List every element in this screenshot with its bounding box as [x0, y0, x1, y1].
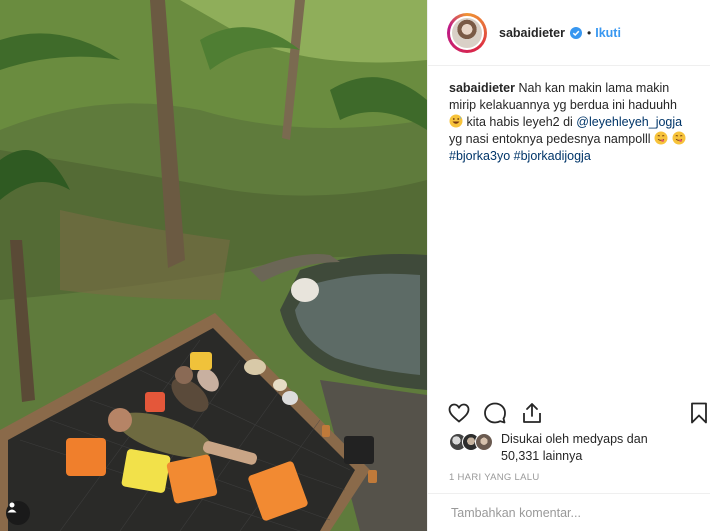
profile-avatar[interactable] — [447, 12, 487, 53]
separator-dot: • — [587, 25, 592, 40]
post-caption: sabaidieter Nah kan makin lama makin mir… — [428, 66, 710, 165]
likes-summary: Disukai oleh medyaps dan 50,331 lainnya — [449, 431, 699, 465]
liker-avatar — [475, 433, 493, 451]
post-timestamp[interactable]: 1 HARI YANG LALU — [449, 472, 540, 483]
yummy-face-emoji-icon — [672, 131, 685, 145]
likes-user[interactable]: medyaps — [573, 432, 624, 446]
comment-input[interactable] — [449, 504, 693, 521]
likes-prefix: Disukai oleh — [501, 432, 570, 446]
verified-badge-icon — [570, 26, 583, 39]
photo-illustration — [0, 0, 427, 531]
comment-section — [428, 493, 710, 531]
post-photo[interactable] — [0, 0, 427, 531]
likes-suffix: lainnya — [542, 449, 583, 463]
liker-avatars[interactable] — [449, 433, 499, 451]
caption-text-3: yg nasi entoknya pedesnya nampolll — [449, 132, 651, 146]
follow-button[interactable]: Ikuti — [595, 26, 621, 40]
user-tag-badge[interactable] — [6, 501, 30, 525]
grinning-sweat-emoji-icon — [449, 114, 463, 128]
likes-connector: dan — [626, 432, 648, 446]
post-actions — [447, 401, 709, 427]
likes-count: 50,331 — [501, 449, 540, 463]
post-header: sabaidieter • Ikuti — [428, 0, 710, 66]
post-sidebar: sabaidieter • Ikuti sabaidieter Nah kan … — [427, 0, 710, 531]
hashtag-link[interactable]: #bjorkadijogja — [514, 149, 591, 163]
hashtag-link[interactable]: #bjorka3yo — [449, 149, 510, 163]
caption-text-2: kita habis leyeh2 di — [466, 115, 573, 129]
speech-bubble-icon[interactable] — [483, 401, 507, 425]
yummy-face-emoji-icon — [654, 131, 668, 145]
heart-icon[interactable] — [447, 401, 471, 425]
header-username[interactable]: sabaidieter — [499, 26, 565, 40]
caption-username[interactable]: sabaidieter — [449, 81, 515, 95]
bookmark-icon[interactable] — [687, 401, 710, 425]
share-icon[interactable] — [520, 401, 544, 425]
caption-mention-link[interactable]: @leyehleyeh_jogja — [576, 115, 682, 129]
avatar-image — [450, 15, 484, 50]
person-icon — [7, 502, 17, 513]
